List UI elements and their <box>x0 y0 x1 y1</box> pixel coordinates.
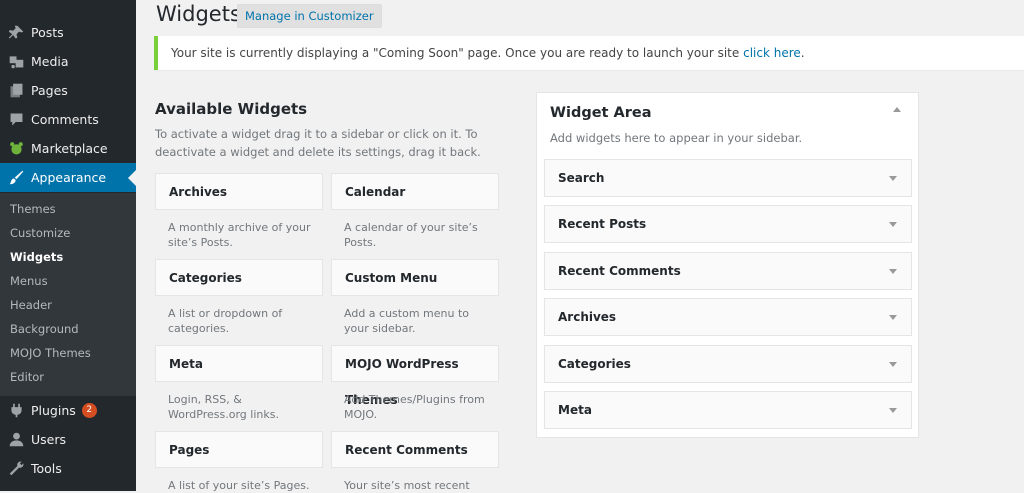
area-widget-title: Meta <box>558 403 592 417</box>
widget-custom-menu[interactable]: Custom Menu <box>331 259 499 296</box>
sidebar-item-pages[interactable]: Pages <box>0 76 136 105</box>
sidebar-item-tools[interactable]: Tools <box>0 454 136 483</box>
submenu-item-themes[interactable]: Themes <box>10 199 56 219</box>
sidebar-item-label: Appearance <box>31 170 107 185</box>
media-icon <box>6 52 26 72</box>
notice-suffix: . <box>800 46 805 60</box>
paintbrush-icon <box>6 168 26 188</box>
comments-icon <box>6 110 26 130</box>
sidebar-item-plugins[interactable]: Plugins 2 <box>0 396 136 425</box>
submenu-item-editor[interactable]: Editor <box>10 367 44 387</box>
area-widget-search[interactable]: Search <box>544 159 912 197</box>
area-widget-title: Recent Comments <box>558 264 681 278</box>
widget-description: Add Themes/Plugins from MOJO. <box>344 393 485 421</box>
widget-area-title: Widget Area <box>550 105 652 121</box>
sidebar-item-label: Posts <box>31 25 64 40</box>
area-widget-title: Archives <box>558 310 617 324</box>
submenu-item-widgets[interactable]: Widgets <box>10 247 63 267</box>
area-widget-title: Search <box>558 171 605 185</box>
sidebar-item-label: Comments <box>31 112 99 127</box>
marketplace-icon <box>6 139 26 159</box>
area-widget-recent-posts[interactable]: Recent Posts <box>544 205 912 243</box>
sidebar-item-label: Plugins <box>31 403 76 418</box>
expand-arrow-icon[interactable] <box>889 269 897 274</box>
sidebar-item-label: Marketplace <box>31 141 108 156</box>
available-widgets-title: Available Widgets <box>155 100 308 118</box>
wrench-icon <box>6 459 26 479</box>
widget-description: A monthly archive of your site’s Posts. <box>168 221 311 249</box>
plugins-icon <box>6 401 26 421</box>
sidebar-item-comments[interactable]: Comments <box>0 105 136 134</box>
area-widget-title: Categories <box>558 357 631 371</box>
widget-description: Login, RSS, & WordPress.org links. <box>168 393 279 421</box>
widget-area-description: Add widgets here to appear in your sideb… <box>550 131 803 145</box>
widget-pages[interactable]: Pages <box>155 431 323 468</box>
expand-arrow-icon[interactable] <box>889 408 897 413</box>
submenu-item-header[interactable]: Header <box>10 295 52 315</box>
sidebar-item-label: Pages <box>31 83 68 98</box>
submenu-item-customize[interactable]: Customize <box>10 223 70 243</box>
area-widget-meta[interactable]: Meta <box>544 391 912 429</box>
sidebar-item-users[interactable]: Users <box>0 425 136 454</box>
available-widgets-description: To activate a widget drag it to a sideba… <box>155 127 481 159</box>
page-title: Widgets <box>156 2 241 26</box>
area-widget-categories[interactable]: Categories <box>544 345 912 383</box>
area-widget-title: Recent Posts <box>558 217 647 231</box>
widget-description: A calendar of your site’s Posts. <box>344 221 478 249</box>
sidebar-item-label: Tools <box>31 461 62 476</box>
submenu-item-background[interactable]: Background <box>10 319 79 339</box>
area-widget-recent-comments[interactable]: Recent Comments <box>544 252 912 290</box>
expand-arrow-icon[interactable] <box>889 176 897 181</box>
plugins-update-badge: 2 <box>81 403 97 418</box>
submenu-item-mojo-themes[interactable]: MOJO Themes <box>10 343 91 363</box>
widget-calendar[interactable]: Calendar <box>331 173 499 210</box>
manage-in-customizer-button[interactable]: Manage in Customizer <box>237 4 382 28</box>
widget-meta[interactable]: Meta <box>155 345 323 382</box>
area-widget-archives[interactable]: Archives <box>544 298 912 336</box>
pushpin-icon <box>6 23 26 43</box>
expand-arrow-icon[interactable] <box>889 362 897 367</box>
widget-description: Add a custom menu to your sidebar. <box>344 307 470 335</box>
widget-mojo-wordpress-themes[interactable]: MOJO WordPress Themes <box>331 345 499 407</box>
sidebar-item-marketplace[interactable]: Marketplace <box>0 134 136 163</box>
widget-description: A list or dropdown of categories. <box>168 307 283 335</box>
widget-area-panel: Widget Area Add widgets here to appear i… <box>536 92 919 438</box>
notice-text: Your site is currently displaying a "Com… <box>171 46 744 60</box>
users-icon <box>6 430 26 450</box>
widget-archives[interactable]: Archives <box>155 173 323 210</box>
sidebar-item-media[interactable]: Media <box>0 47 136 76</box>
widget-recent-comments[interactable]: Recent Comments <box>331 431 499 468</box>
admin-sidebar: Posts Media Pages Comments Marketplace A… <box>0 0 136 491</box>
submenu-item-menus[interactable]: Menus <box>10 271 48 291</box>
sidebar-item-label: Media <box>31 54 69 69</box>
collapse-arrow-icon[interactable] <box>893 107 901 112</box>
sidebar-item-appearance[interactable]: Appearance <box>0 163 136 192</box>
widget-categories[interactable]: Categories <box>155 259 323 296</box>
notice-click-here-link[interactable]: click here <box>743 46 801 60</box>
expand-arrow-icon[interactable] <box>889 315 897 320</box>
appearance-submenu: Themes Customize Widgets Menus Header Ba… <box>0 193 136 396</box>
coming-soon-notice: Your site is currently displaying a "Com… <box>154 36 1024 70</box>
sidebar-item-label: Users <box>31 432 67 447</box>
sidebar-item-posts[interactable]: Posts <box>0 18 136 47</box>
expand-arrow-icon[interactable] <box>889 222 897 227</box>
pages-icon <box>6 81 26 101</box>
